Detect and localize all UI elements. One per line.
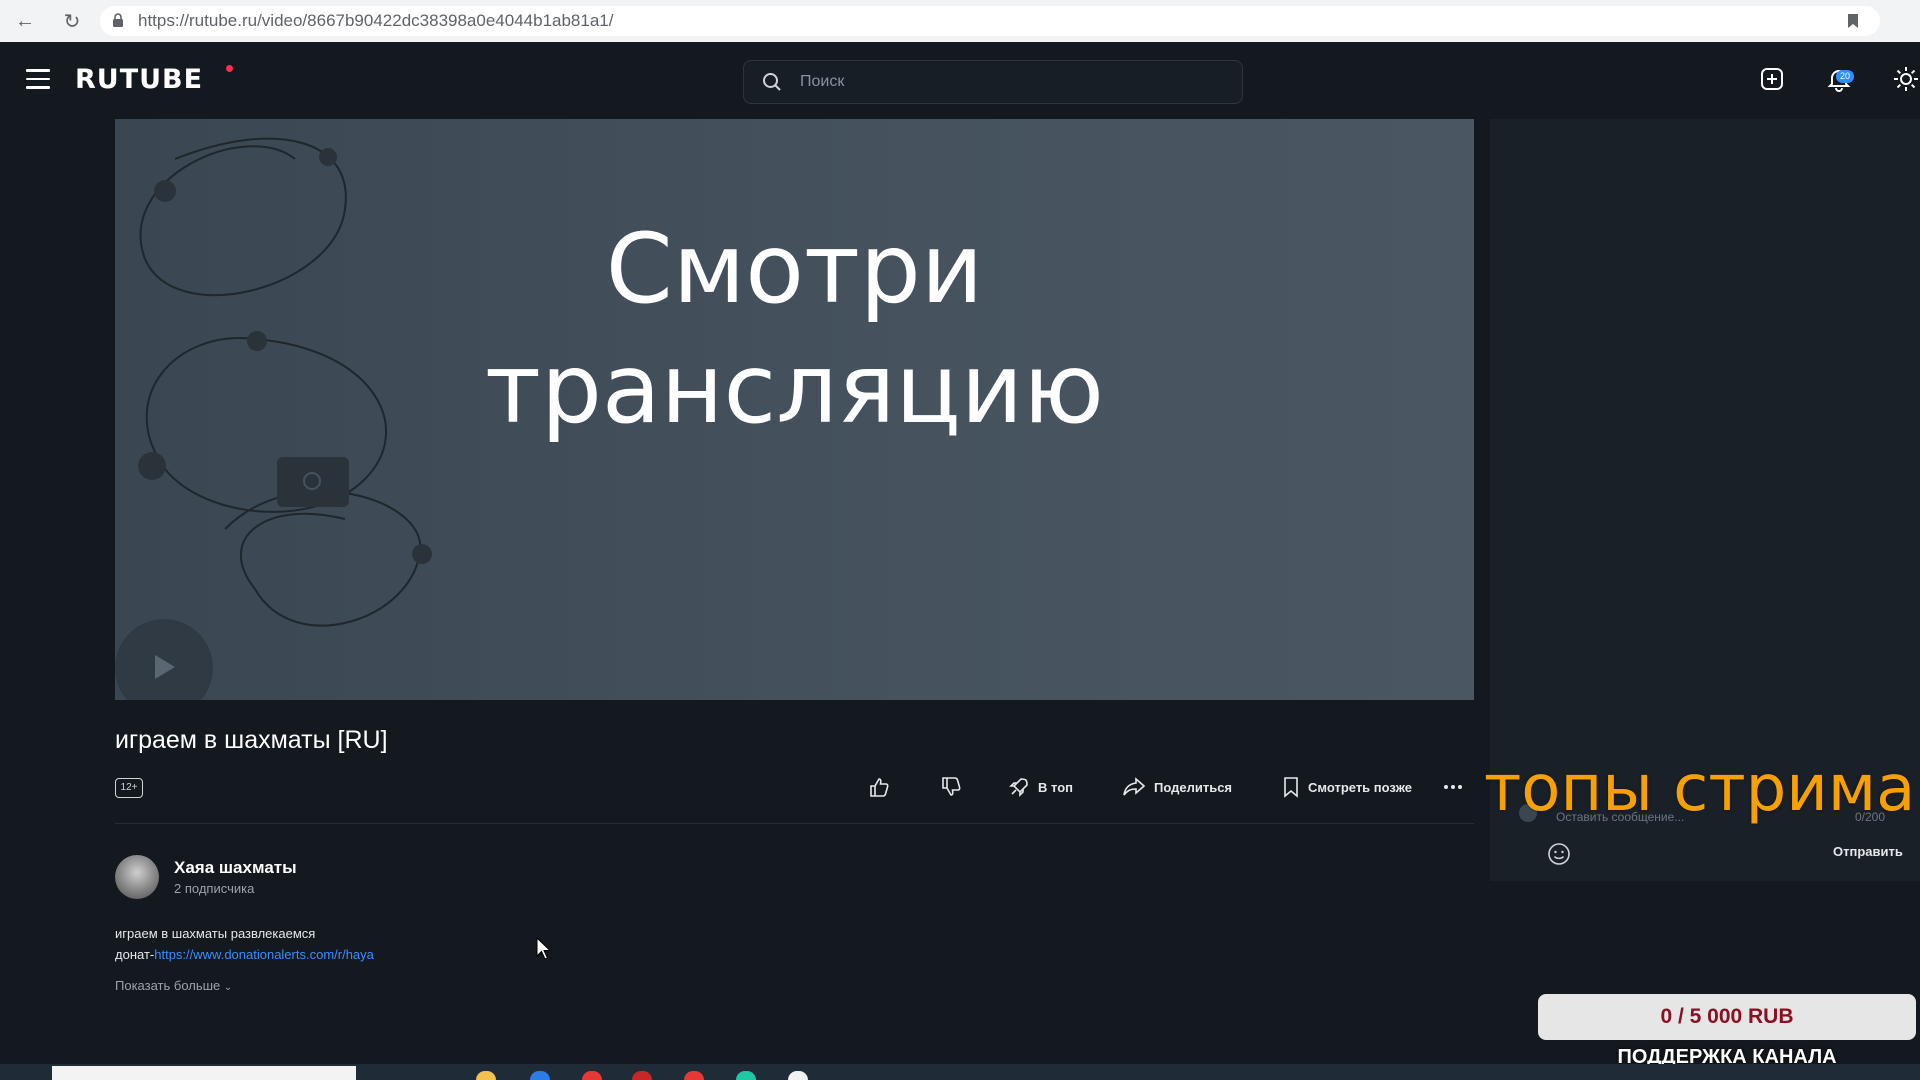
donation-progress: 0 / 5 000 RUB: [1660, 1005, 1794, 1028]
donation-goal-bar: 0 / 5 000 RUB: [1538, 994, 1916, 1040]
browser-toolbar: ← ↻ https://rutube.ru/video/8667b90422dc…: [0, 0, 1920, 43]
bookmark-outline-icon: [1284, 777, 1298, 798]
rutube-logo[interactable]: RUTUBE: [75, 64, 203, 95]
emoji-icon[interactable]: [1547, 842, 1571, 866]
donate-link[interactable]: https://www.donationalerts.com/r/haya: [154, 947, 374, 962]
reload-icon[interactable]: ↻: [60, 9, 84, 33]
folder-icon[interactable]: [476, 1071, 496, 1080]
watch-later-label: Смотреть позже: [1308, 779, 1412, 795]
site-header: RUTUBE Поиск: [0, 42, 1920, 118]
menu-icon[interactable]: [26, 69, 50, 91]
to-top-button[interactable]: В топ: [1008, 776, 1073, 798]
rocket-icon: [1009, 778, 1028, 797]
stream-overlay-title: топы стрима: [1484, 752, 1916, 826]
theme-toggle-icon[interactable]: [1893, 66, 1919, 92]
to-top-label: В топ: [1038, 779, 1073, 795]
watch-later-button[interactable]: Смотреть позже: [1282, 776, 1412, 798]
video-title: играем в шахматы [RU]: [115, 726, 388, 754]
player-overlay-title: Смотри трансляцию: [115, 209, 1474, 449]
taskbar-search[interactable]: [52, 1066, 356, 1080]
player-title-line1: Смотри: [605, 213, 984, 325]
lock-icon: [113, 13, 123, 27]
subscriber-count: 2 подписчика: [174, 881, 255, 896]
donate-prefix: донат-: [115, 947, 155, 962]
description-donate-line: донат-https://www.donationalerts.com/r/h…: [115, 947, 374, 962]
search-icon: [763, 73, 781, 91]
like-button[interactable]: [868, 776, 890, 798]
thumbs-down-icon: [942, 777, 961, 796]
app-icon[interactable]: [582, 1071, 602, 1080]
player-title-line2: трансляцию: [485, 333, 1104, 445]
thumbs-up-icon: [870, 778, 889, 797]
send-button[interactable]: Отправить: [1833, 844, 1903, 859]
play-icon: [155, 655, 175, 679]
show-more-label: Показать больше: [115, 978, 221, 993]
channel-avatar[interactable]: [115, 855, 159, 899]
share-icon: [1123, 777, 1146, 796]
notification-badge: 20: [1836, 70, 1855, 83]
mouse-cursor-icon: [536, 937, 552, 960]
app-icon[interactable]: [632, 1071, 652, 1080]
show-more-button[interactable]: Показать больше ⌄: [115, 978, 232, 993]
divider: [115, 823, 1474, 824]
search-placeholder: Поиск: [800, 73, 845, 90]
dislike-button[interactable]: [940, 776, 962, 798]
app-icon[interactable]: [530, 1071, 550, 1080]
share-label: Поделиться: [1154, 779, 1233, 795]
description-line: играем в шахматы развлекаемся: [115, 926, 316, 941]
more-options-button[interactable]: [1442, 776, 1464, 798]
app-icon[interactable]: [736, 1071, 756, 1080]
age-rating-badge: 12+: [115, 778, 143, 798]
back-icon[interactable]: ←: [13, 9, 37, 33]
chevron-down-icon: ⌄: [223, 982, 233, 993]
more-dots-icon: [1444, 785, 1462, 789]
channel-name[interactable]: Хаяа шахматы: [174, 858, 297, 878]
search-input[interactable]: Поиск: [743, 60, 1243, 104]
url-text: https://rutube.ru/video/8667b90422dc3839…: [138, 11, 614, 30]
upload-icon[interactable]: [1759, 66, 1785, 92]
share-button[interactable]: Поделиться: [1122, 776, 1232, 798]
address-bar[interactable]: https://rutube.ru/video/8667b90422dc3839…: [100, 6, 1880, 36]
logo-dot: [226, 65, 233, 72]
bookmark-icon[interactable]: [1846, 13, 1860, 29]
app-icon[interactable]: [684, 1071, 704, 1080]
video-player[interactable]: Смотри трансляцию: [115, 119, 1474, 700]
app-icon[interactable]: [788, 1071, 808, 1080]
